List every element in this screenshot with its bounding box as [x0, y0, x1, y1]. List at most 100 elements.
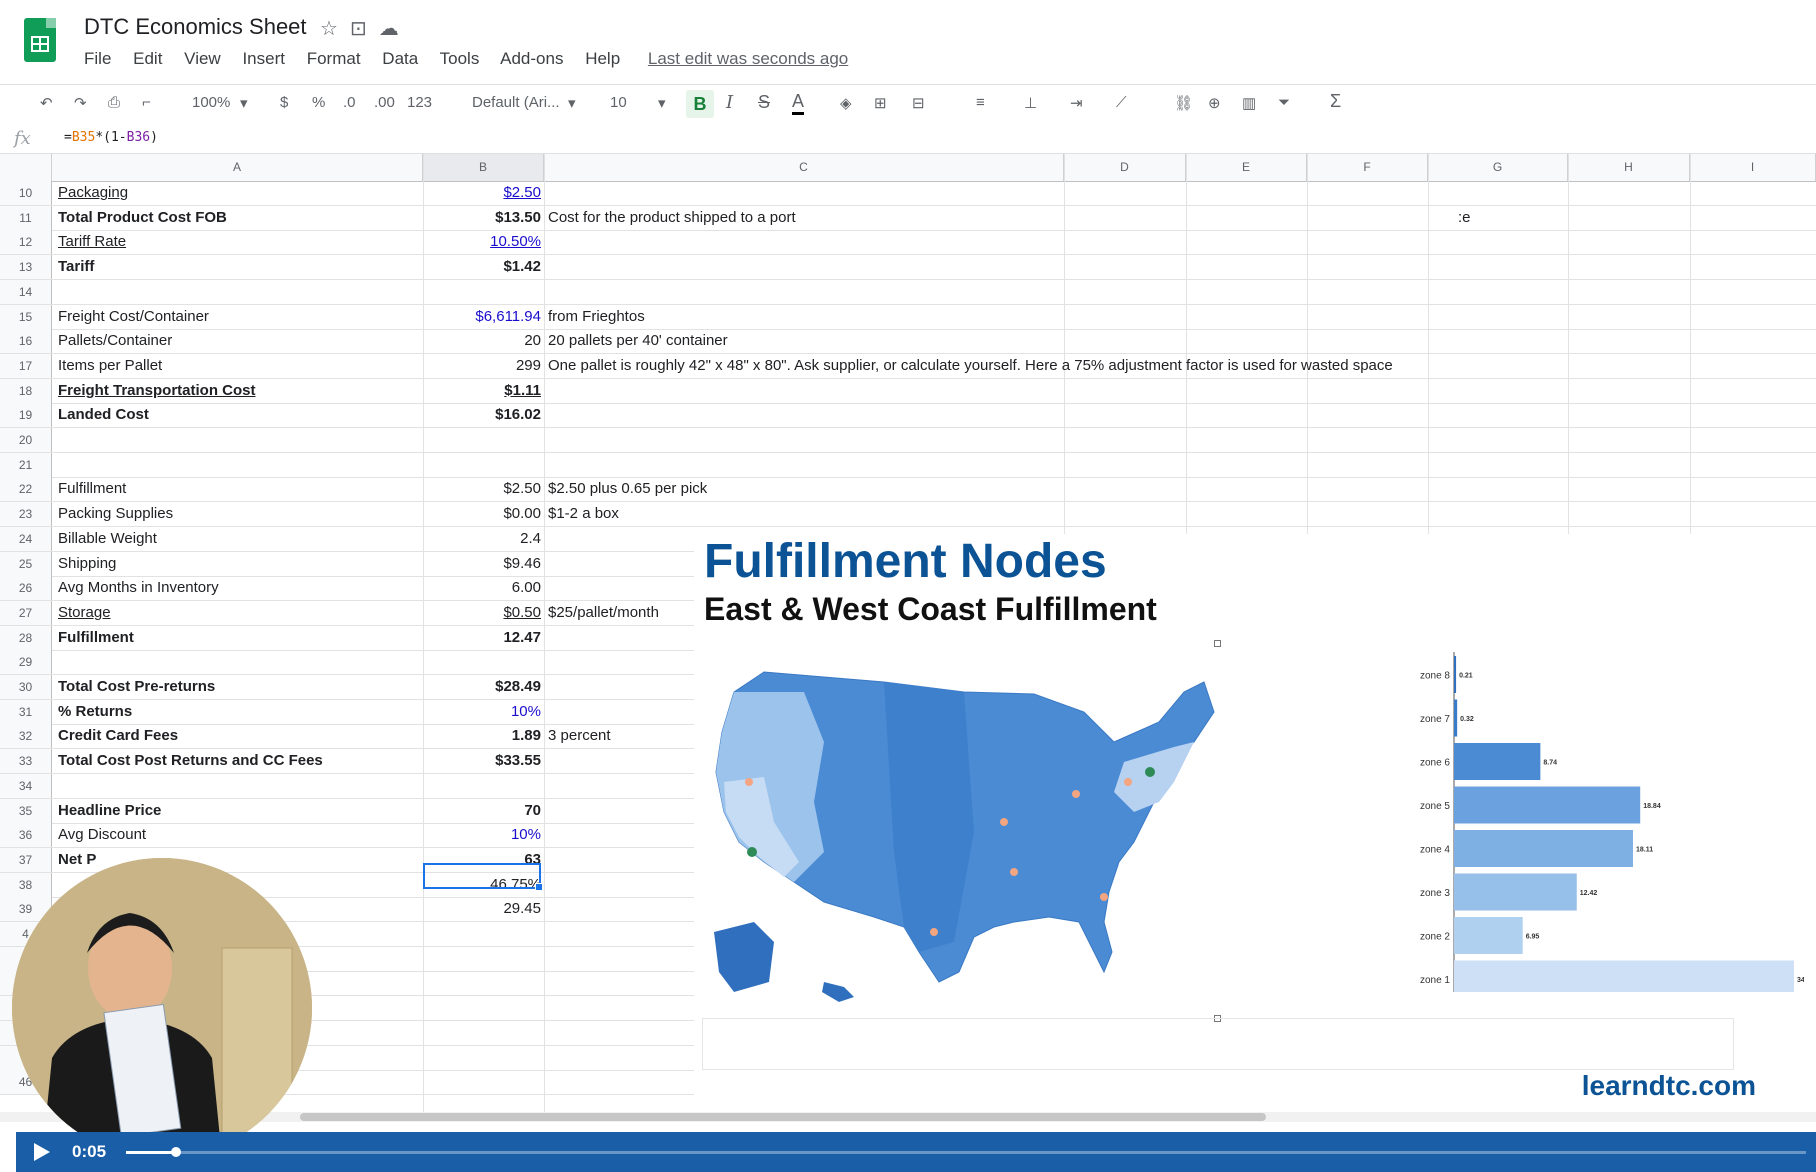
row-header[interactable]: 12	[0, 230, 52, 255]
cell-b[interactable]: $9.46	[423, 552, 541, 576]
cell-a[interactable]: Fulfillment	[58, 626, 134, 650]
row-header[interactable]: 10	[0, 181, 52, 205]
row-header[interactable]: 26	[0, 576, 52, 601]
cell-b[interactable]: $1.42	[423, 255, 541, 279]
cell-b[interactable]	[423, 996, 541, 1020]
cell-b[interactable]	[423, 453, 541, 477]
bold-button[interactable]: B	[686, 90, 714, 118]
cell-c[interactable]: 3 percent	[548, 724, 611, 748]
font-size-select[interactable]: 10	[610, 94, 627, 111]
print-icon[interactable]: ⎙	[108, 94, 120, 111]
sheets-logo-icon[interactable]	[24, 18, 56, 62]
increase-decimal-button[interactable]: .00	[374, 94, 395, 111]
row-header[interactable]: 32	[0, 724, 52, 749]
row-header[interactable]: 37	[0, 847, 52, 872]
cell-c[interactable]: Cost for the product shipped to a port	[548, 206, 796, 230]
row-header[interactable]: 28	[0, 625, 52, 650]
cloud-status-icon[interactable]: ☁	[379, 18, 411, 40]
cell-c[interactable]: One pallet is roughly 42" x 48" x 80". A…	[548, 354, 1393, 378]
cell-b[interactable]: 1.89	[423, 724, 541, 748]
row-header[interactable]: 17	[0, 353, 52, 378]
column-header-h[interactable]: H	[1568, 154, 1690, 181]
cell-a[interactable]: Avg Months in Inventory	[58, 576, 219, 600]
cell-b[interactable]: $0.50	[423, 601, 541, 625]
column-header-e[interactable]: E	[1186, 154, 1307, 181]
video-progress-knob[interactable]	[171, 1147, 182, 1157]
horizontal-scrollbar[interactable]	[0, 1112, 1816, 1122]
menu-data[interactable]: Data	[382, 49, 418, 68]
insert-link-icon[interactable]: ⛓	[1174, 94, 1193, 112]
cell-a[interactable]: Total Cost Pre-returns	[58, 675, 215, 699]
cell-b[interactable]	[423, 1021, 541, 1045]
filter-icon[interactable]: ⏷	[1278, 94, 1290, 111]
column-header-i[interactable]: I	[1690, 154, 1816, 181]
cell-a[interactable]: Total Cost Post Returns and CC Fees	[58, 749, 323, 773]
cell-b[interactable]: 2.4	[423, 527, 541, 551]
borders-icon[interactable]: ⊞	[874, 94, 887, 112]
cell-a[interactable]: Items per Pallet	[58, 354, 162, 378]
redo-icon[interactable]: ↷	[74, 94, 87, 112]
video-progress-track[interactable]	[126, 1151, 1806, 1154]
select-all-corner[interactable]	[0, 154, 52, 181]
row-header[interactable]: 13	[0, 255, 52, 280]
merge-cells-icon[interactable]: ⊟	[912, 94, 925, 112]
row-header[interactable]: 38	[0, 872, 52, 897]
functions-button[interactable]: Σ	[1330, 91, 1341, 112]
menu-format[interactable]: Format	[307, 49, 361, 68]
cell-g[interactable]: :e	[1458, 206, 1471, 230]
cell-b[interactable]: $16.02	[423, 403, 541, 427]
undo-icon[interactable]: ↶	[40, 94, 53, 112]
cell-a[interactable]: Credit Card Fees	[58, 724, 178, 748]
cell-b[interactable]	[423, 971, 541, 995]
cell-c[interactable]: $1-2 a box	[548, 502, 619, 526]
cell-b[interactable]	[423, 774, 541, 798]
cell-a[interactable]: Packaging	[58, 181, 128, 205]
cell-b[interactable]: 20	[423, 329, 541, 353]
cell-a[interactable]: Landed Cost	[58, 403, 149, 427]
more-formats-button[interactable]: 123	[407, 94, 432, 111]
cell-a[interactable]: Storage	[58, 601, 111, 625]
cell-b[interactable]: 70	[423, 799, 541, 823]
cell-b[interactable]: 299	[423, 354, 541, 378]
font-size-chevron-down-icon[interactable]: ▾	[658, 94, 666, 112]
play-icon[interactable]	[34, 1143, 50, 1161]
cell-b[interactable]: 10.50%	[423, 230, 541, 254]
document-title[interactable]: DTC Economics Sheet	[84, 14, 307, 40]
row-header[interactable]: 14	[0, 279, 52, 304]
scrollbar-thumb[interactable]	[300, 1113, 1266, 1121]
menu-tools[interactable]: Tools	[440, 49, 480, 68]
cell-a[interactable]: Fulfillment	[58, 477, 126, 501]
row-header[interactable]: 24	[0, 526, 52, 551]
strikethrough-button[interactable]: S	[758, 92, 770, 113]
menu-view[interactable]: View	[184, 49, 221, 68]
decrease-decimal-button[interactable]: .0	[343, 94, 356, 111]
row-header[interactable]: 16	[0, 329, 52, 354]
cell-c[interactable]: 20 pallets per 40' container	[548, 329, 728, 353]
cell-b[interactable]: $1.11	[423, 379, 541, 403]
vertical-align-icon[interactable]: ⊥	[1024, 94, 1037, 112]
row-header[interactable]: 25	[0, 551, 52, 576]
row-header[interactable]: 20	[0, 428, 52, 452]
zoom-chevron-down-icon[interactable]: ▾	[240, 94, 248, 112]
text-color-button[interactable]: A	[792, 90, 805, 115]
insert-chart-icon[interactable]: ▥	[1242, 94, 1256, 112]
fill-color-icon[interactable]: ◈	[840, 94, 852, 112]
column-header-f[interactable]: F	[1307, 154, 1428, 181]
cell-b[interactable]: $2.50	[423, 181, 541, 205]
column-header-g[interactable]: G	[1428, 154, 1568, 181]
column-header-a[interactable]: A	[52, 154, 423, 181]
cell-b[interactable]: $6,611.94	[423, 305, 541, 329]
row-header[interactable]: 18	[0, 378, 52, 403]
row-header[interactable]: 35	[0, 798, 52, 823]
cell-b[interactable]	[423, 650, 541, 674]
horizontal-align-icon[interactable]: ≡	[976, 94, 985, 111]
row-header[interactable]: 36	[0, 823, 52, 848]
resize-handle[interactable]	[1214, 640, 1221, 647]
move-folder-icon[interactable]: ⊡	[350, 18, 379, 40]
column-header-c[interactable]: C	[544, 154, 1064, 181]
cell-b[interactable]: $2.50	[423, 477, 541, 501]
row-header[interactable]: 23	[0, 502, 52, 527]
row-header[interactable]: 15	[0, 304, 52, 329]
cell-b[interactable]	[423, 1046, 541, 1070]
cell-b[interactable]: 10%	[423, 823, 541, 847]
